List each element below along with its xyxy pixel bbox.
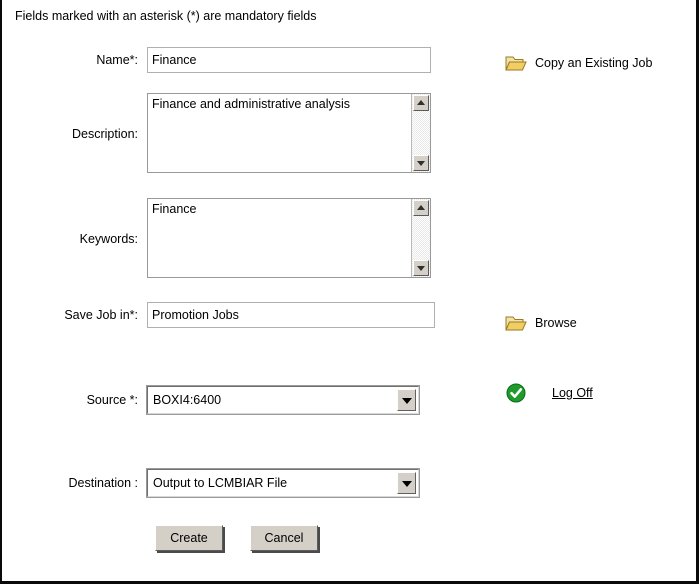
folder-icon	[505, 313, 527, 333]
description-scroll-up-button[interactable]	[413, 95, 429, 111]
folder-icon	[505, 53, 527, 73]
create-job-form-page: Fields marked with an asterisk (*) are m…	[0, 0, 699, 584]
log-off-action[interactable]: Log Off	[506, 383, 593, 403]
description-textarea-value: Finance and administrative analysis	[152, 97, 351, 111]
name-label: Name*:	[96, 53, 138, 67]
keywords-textarea-value: Finance	[152, 202, 197, 216]
triangle-down-icon	[417, 266, 425, 271]
triangle-up-icon	[417, 205, 425, 210]
browse-label: Browse	[535, 316, 577, 330]
log-off-label: Log Off	[552, 386, 593, 400]
keywords-scroll-down-button[interactable]	[413, 260, 429, 276]
destination-select-value: Output to LCMBIAR File	[153, 476, 288, 490]
triangle-up-icon	[417, 100, 425, 105]
description-label: Description:	[72, 127, 138, 141]
save-job-in-input[interactable]: Promotion Jobs	[147, 302, 435, 328]
cancel-button[interactable]: Cancel	[250, 525, 318, 551]
keywords-label: Keywords:	[79, 232, 138, 246]
description-scrollbar[interactable]	[411, 94, 430, 172]
source-label: Source *:	[86, 393, 138, 407]
green-check-icon	[506, 383, 528, 403]
name-input[interactable]: Finance	[147, 47, 431, 73]
source-select[interactable]: BOXI4:6400	[146, 385, 420, 415]
save-job-in-input-value: Promotion Jobs	[152, 308, 239, 322]
copy-existing-job-label: Copy an Existing Job	[535, 56, 653, 70]
mandatory-fields-note: Fields marked with an asterisk (*) are m…	[15, 9, 317, 23]
browse-action[interactable]: Browse	[505, 313, 577, 333]
keywords-scrollbar[interactable]	[411, 199, 430, 277]
chevron-down-icon	[401, 481, 412, 487]
source-select-value: BOXI4:6400	[153, 393, 222, 407]
create-button[interactable]: Create	[155, 525, 223, 551]
description-scroll-down-button[interactable]	[413, 155, 429, 171]
destination-label: Destination :	[68, 476, 138, 490]
save-job-in-label: Save Job in*:	[64, 308, 138, 322]
source-select-arrow-button[interactable]	[397, 389, 416, 411]
copy-existing-job-action[interactable]: Copy an Existing Job	[505, 53, 652, 73]
destination-select-arrow-button[interactable]	[397, 472, 416, 494]
chevron-down-icon	[401, 398, 412, 404]
destination-select[interactable]: Output to LCMBIAR File	[146, 468, 420, 498]
keywords-textarea[interactable]: Finance	[147, 198, 431, 278]
name-input-value: Finance	[152, 53, 197, 67]
description-textarea[interactable]: Finance and administrative analysis	[147, 93, 431, 173]
triangle-down-icon	[417, 161, 425, 166]
keywords-scroll-up-button[interactable]	[413, 200, 429, 216]
